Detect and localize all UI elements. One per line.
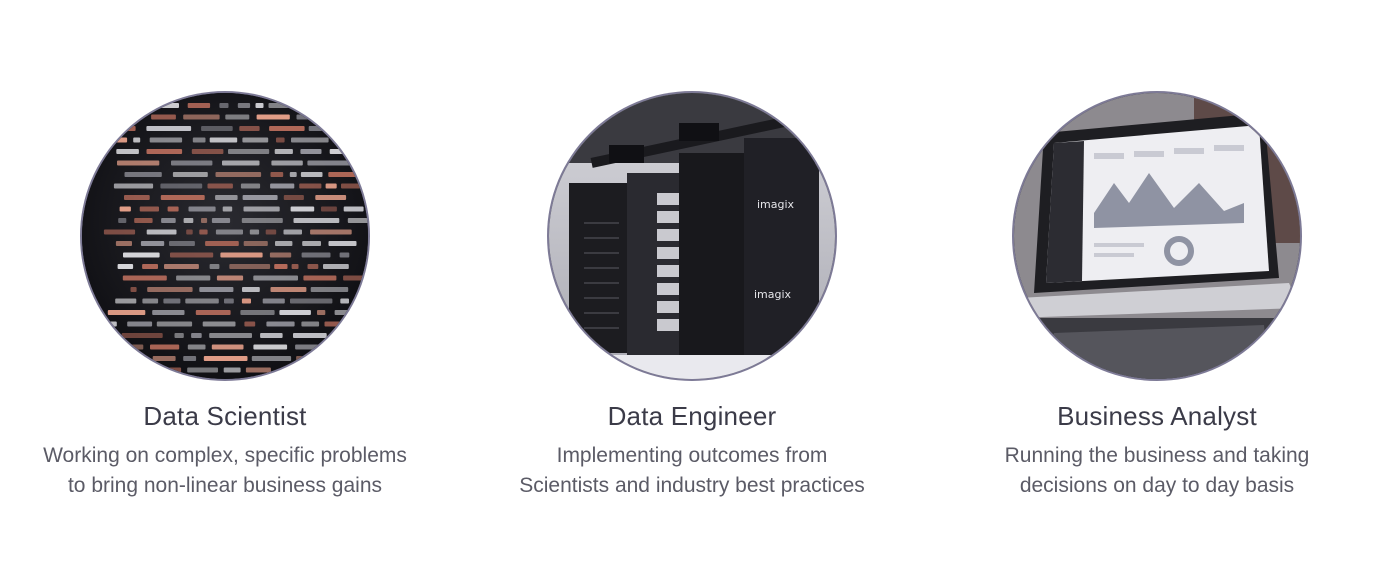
role-description: Running the business and taking decision…: [1005, 441, 1310, 501]
role-card-data-engineer: imagix imagix Data Engineer Implementing…: [482, 93, 902, 501]
role-title: Business Analyst: [1057, 401, 1257, 431]
role-card-data-scientist: Data Scientist Working on complex, speci…: [15, 93, 435, 501]
laptop-dashboard-image: [1014, 93, 1300, 379]
role-description-line: Working on complex, specific problems: [43, 444, 407, 467]
role-description-line: Implementing outcomes from: [556, 444, 828, 467]
code-screen-image: [82, 93, 368, 379]
role-title: Data Engineer: [607, 401, 777, 431]
rack-brand-text: imagix: [757, 198, 795, 211]
role-card-business-analyst: Business Analyst Running the business an…: [947, 93, 1367, 501]
role-description: Implementing outcomes from Scientists an…: [519, 441, 865, 501]
role-description: Working on complex, specific problems to…: [43, 441, 407, 501]
role-title: Data Scientist: [143, 401, 307, 431]
role-description-line: to bring non-linear business gains: [67, 474, 382, 497]
server-rack-image: imagix imagix: [549, 93, 835, 379]
role-description-line: Running the business and taking: [1004, 444, 1310, 467]
role-description-line: Scientists and industry best practices: [519, 474, 865, 497]
role-description-line: decisions on day to day basis: [1019, 474, 1295, 497]
rack-brand-text: imagix: [754, 288, 792, 301]
